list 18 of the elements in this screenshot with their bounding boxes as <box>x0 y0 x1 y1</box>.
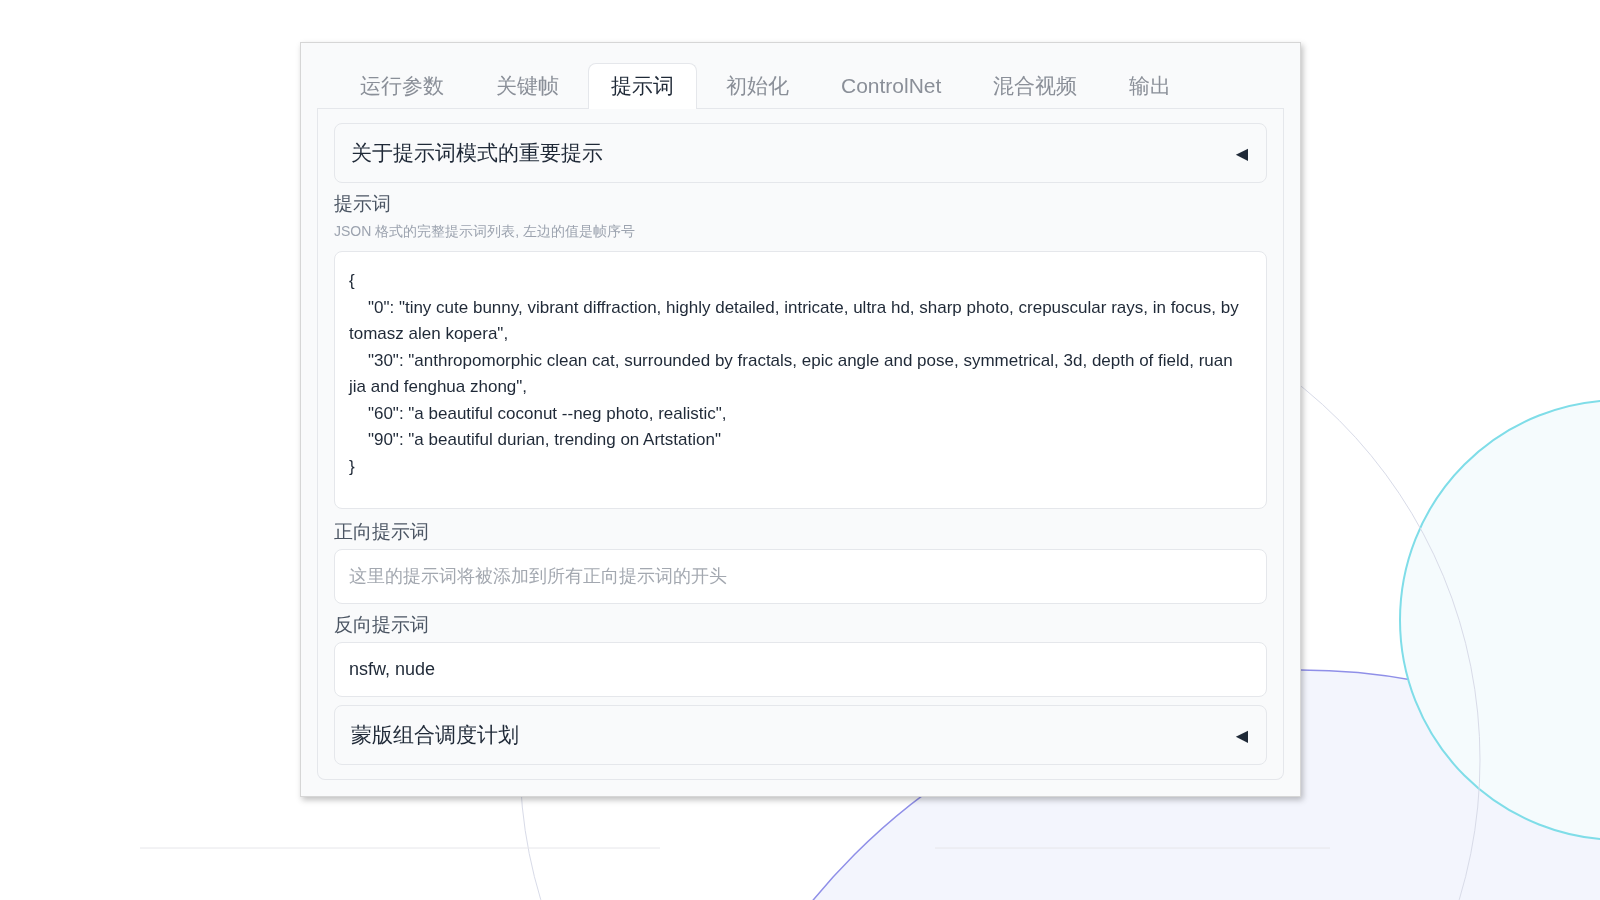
tab[interactable]: 混合视频 <box>970 63 1101 109</box>
tab[interactable]: 运行参数 <box>337 63 467 109</box>
input-field[interactable]: nsfw, nude <box>334 642 1267 697</box>
accordion-header[interactable]: 关于提示词模式的重要提示 ◀ <box>334 123 1267 183</box>
tab[interactable]: 初始化 <box>703 63 812 109</box>
field-label: 提示词 <box>334 192 392 216</box>
input-field[interactable]: 这里的提示词将被添加到所有正向提示词的开头 <box>334 549 1267 604</box>
collapse-icon: ◀ <box>1235 143 1248 163</box>
tab[interactable]: ControlNet <box>818 63 965 109</box>
tab[interactable]: 提示词 <box>588 63 697 109</box>
accordion-header[interactable]: 蒙版组合调度计划 ◀ <box>334 705 1267 765</box>
collapse-icon: ◀ <box>1235 725 1248 745</box>
tab[interactable]: 关键帧 <box>473 63 582 109</box>
field-label: 反向提示词 <box>334 613 430 637</box>
tab[interactable]: 输出 <box>1106 63 1195 109</box>
field-label: 正向提示词 <box>334 520 430 544</box>
field-hint: JSON 格式的完整提示词列表, 左边的值是帧序号 <box>334 223 636 241</box>
prompts-textarea[interactable]: { "0": "tiny cute bunny, vibrant diffraction, highly detailed, intricate, ultra hd, sharp photo, crepuscular rays, in focus, by tomasz alen kopera", "30": "anthropomorphic clean cat, surrounded by fractals, epic angle and pose, symmetrical, 3d, depth of field, ruan jia and fenghua zhong", "60": "a beautiful coconut --neg photo, realistic", "90": "a beautiful durian, trending on Artstation" } <box>334 251 1267 509</box>
